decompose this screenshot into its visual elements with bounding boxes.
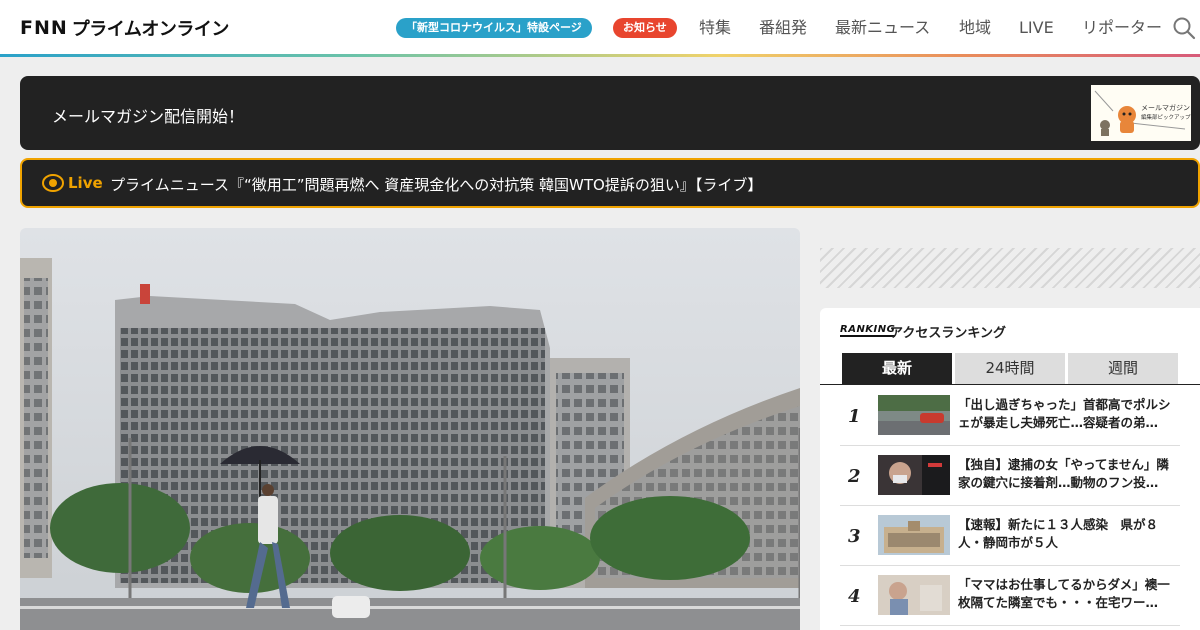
live-news-bar[interactable]: Live プライムニュース『“徴用工”問題再燃へ 資産現金化への対抗策 韓国WT… <box>20 158 1200 208</box>
nav-features[interactable]: 特集 <box>699 18 731 38</box>
rank-number: 2 <box>848 466 861 487</box>
main-article-photo[interactable] <box>20 228 800 630</box>
rank-number: 1 <box>848 406 861 427</box>
notice-link[interactable]: お知らせ <box>613 18 677 38</box>
ranking-thumbnail <box>878 395 950 435</box>
tab-weekly[interactable]: 週間 <box>1068 353 1178 384</box>
corona-special-link[interactable]: 「新型コロナウイルス」特設ページ <box>396 18 592 38</box>
logo-text: プライムオンライン <box>71 19 230 40</box>
nav-region[interactable]: 地域 <box>959 18 991 38</box>
mail-magazine-banner[interactable]: メールマガジン配信開始！ メールマガジン 編集部ピックアップ <box>20 76 1200 150</box>
ranking-thumbnail <box>878 515 950 555</box>
rank-number: 4 <box>848 586 861 607</box>
nav-reporters[interactable]: リポーター <box>1082 18 1162 38</box>
ranking-headline: 「出し過ぎちゃった」首都高でポルシェが暴走し夫婦死亡…容疑者の弟… <box>958 397 1171 430</box>
mail-thumb-caption-2: 編集部ピックアップ <box>1141 115 1191 121</box>
ranking-thumbnail <box>878 455 950 495</box>
site-logo[interactable]: FNN プライムオンライン <box>20 17 230 40</box>
logo-fnn: FNN <box>20 17 68 39</box>
ranking-item[interactable]: 1 「出し過ぎちゃった」首都高でポルシェが暴走し夫婦死亡…容疑者の弟… <box>840 386 1180 446</box>
ranking-headline: 【速報】新たに１３人感染 県が８人・静岡市が５人 <box>958 517 1159 550</box>
tab-latest[interactable]: 最新 <box>842 353 952 384</box>
live-title: プライムニュース『“徴用工”問題再燃へ 資産現金化への対抗策 韓国WTO提訴の狙… <box>110 176 763 194</box>
search-icon[interactable] <box>1172 16 1196 40</box>
ranking-logo: RANKING <box>840 324 896 337</box>
eye-icon <box>42 174 64 192</box>
ranking-headline: 「ママはお仕事してるからダメ」襖一枚隔てた隣室でも・・・在宅ワー… <box>958 577 1170 610</box>
mail-thumb-caption-1: メールマガジン <box>1141 104 1190 112</box>
nav-live[interactable]: LIVE <box>1019 18 1054 38</box>
ranking-headline: 【独自】逮捕の女「やってません」隣家の鍵穴に接着剤…動物のフン投… <box>958 457 1169 490</box>
mail-magazine-text: メールマガジン配信開始！ <box>52 107 245 126</box>
advertisement-placeholder <box>820 248 1200 288</box>
nav-latest-news[interactable]: 最新ニュース <box>835 18 930 38</box>
live-label: Live <box>68 174 103 192</box>
ranking-item[interactable]: 2 【独自】逮捕の女「やってません」隣家の鍵穴に接着剤…動物のフン投… <box>840 446 1180 506</box>
ranking-item[interactable]: 3 【速報】新たに１３人感染 県が８人・静岡市が５人 <box>840 506 1180 566</box>
nav-programs[interactable]: 番組発 <box>759 18 807 38</box>
rank-number: 3 <box>848 526 861 547</box>
ranking-title: アクセスランキング <box>890 326 1006 341</box>
tab-24h[interactable]: 24時間 <box>955 353 1065 384</box>
site-header: FNN プライムオンライン 「新型コロナウイルス」特設ページ お知らせ 特集 番… <box>0 0 1200 54</box>
ranking-thumbnail <box>878 575 950 615</box>
access-ranking-panel: RANKING アクセスランキング 最新 24時間 週間 1 「出し過ぎちゃった… <box>820 308 1200 630</box>
ranking-item[interactable]: 4 「ママはお仕事してるからダメ」襖一枚隔てた隣室でも・・・在宅ワー… <box>840 566 1180 626</box>
mail-magazine-thumbnail: メールマガジン 編集部ピックアップ <box>1091 85 1191 141</box>
header-color-rule <box>0 54 1200 57</box>
tab-underline <box>820 384 1200 385</box>
